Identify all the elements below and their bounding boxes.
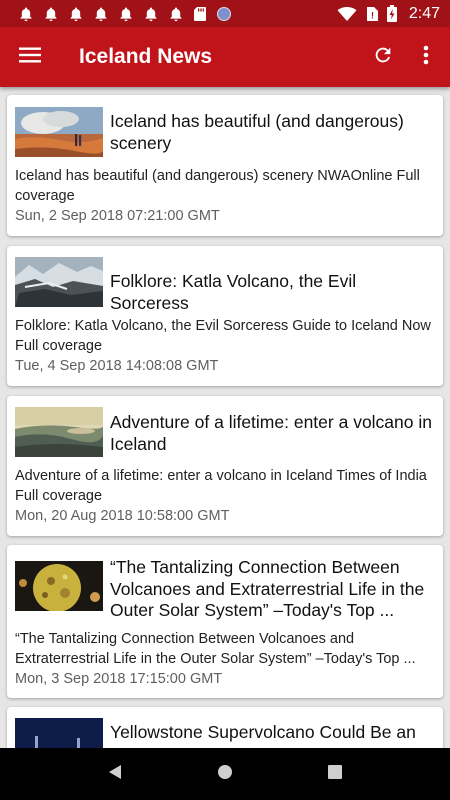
more-options-button[interactable] [406, 27, 446, 87]
article-title: Adventure of a lifetime: enter a volcano… [110, 412, 432, 454]
refresh-button[interactable] [360, 27, 406, 87]
article-description: Folklore: Katla Volcano, the Evil Sorcer… [15, 318, 431, 354]
menu-button[interactable] [0, 27, 60, 87]
more-vert-icon [423, 45, 429, 70]
svg-text:!: ! [371, 10, 374, 20]
article-thumbnail [15, 718, 103, 748]
recents-button[interactable] [310, 748, 360, 800]
article-thumbnail [15, 107, 103, 157]
article-title: Folklore: Katla Volcano, the Evil Sorcer… [110, 271, 357, 313]
bell-icon [143, 6, 159, 22]
article-card[interactable]: Iceland has beautiful (and dangerous) sc… [7, 95, 443, 236]
notification-icons [18, 6, 337, 22]
article-description: Iceland has beautiful (and dangerous) sc… [15, 168, 420, 204]
status-bar: ! 2:47 [0, 0, 450, 27]
app-title: Iceland News [79, 45, 213, 68]
article-title: “The Tantalizing Connection Between Volc… [110, 557, 425, 620]
bell-icon [168, 6, 184, 22]
article-description: Adventure of a lifetime: enter a volcano… [15, 468, 427, 504]
article-date: Mon, 20 Aug 2018 10:58:00 GMT [15, 508, 230, 524]
bell-icon [43, 6, 59, 22]
home-icon [217, 764, 233, 785]
bell-icon [18, 6, 34, 22]
bell-icon [118, 6, 134, 22]
article-thumbnail [15, 257, 103, 307]
article-description: “The Tantalizing Connection Between Volc… [15, 631, 416, 667]
article-card[interactable]: Yellowstone Supervolcano Could Be an [7, 707, 443, 748]
article-date: Mon, 3 Sep 2018 17:15:00 GMT [15, 671, 223, 687]
recents-icon [328, 764, 342, 784]
circle-icon [216, 6, 232, 22]
article-date: Sun, 2 Sep 2018 07:21:00 GMT [15, 208, 220, 224]
article-title: Yellowstone Supervolcano Could Be an [110, 722, 416, 742]
no-sim-icon: ! [365, 6, 379, 22]
home-button[interactable] [200, 748, 250, 800]
navigation-bar [0, 748, 450, 800]
article-card[interactable]: “The Tantalizing Connection Between Volc… [7, 545, 443, 698]
bell-icon [68, 6, 84, 22]
article-thumbnail [15, 407, 103, 457]
back-icon [108, 764, 122, 785]
article-card[interactable]: Adventure of a lifetime: enter a volcano… [7, 396, 443, 536]
sd-card-icon [193, 6, 207, 22]
article-title: Iceland has beautiful (and dangerous) sc… [110, 111, 404, 153]
article-thumbnail [15, 561, 103, 611]
bell-icon [93, 6, 109, 22]
article-card[interactable]: Folklore: Katla Volcano, the Evil Sorcer… [7, 246, 443, 386]
back-button[interactable] [90, 748, 140, 800]
app-bar: Iceland News [0, 27, 450, 87]
status-time: 2:47 [408, 4, 440, 22]
wifi-icon [337, 6, 357, 22]
article-date: Tue, 4 Sep 2018 14:08:08 GMT [15, 358, 219, 374]
menu-icon [19, 47, 41, 68]
battery-charging-icon [386, 5, 397, 22]
news-feed[interactable]: Iceland has beautiful (and dangerous) sc… [0, 87, 450, 748]
refresh-icon [372, 44, 394, 71]
